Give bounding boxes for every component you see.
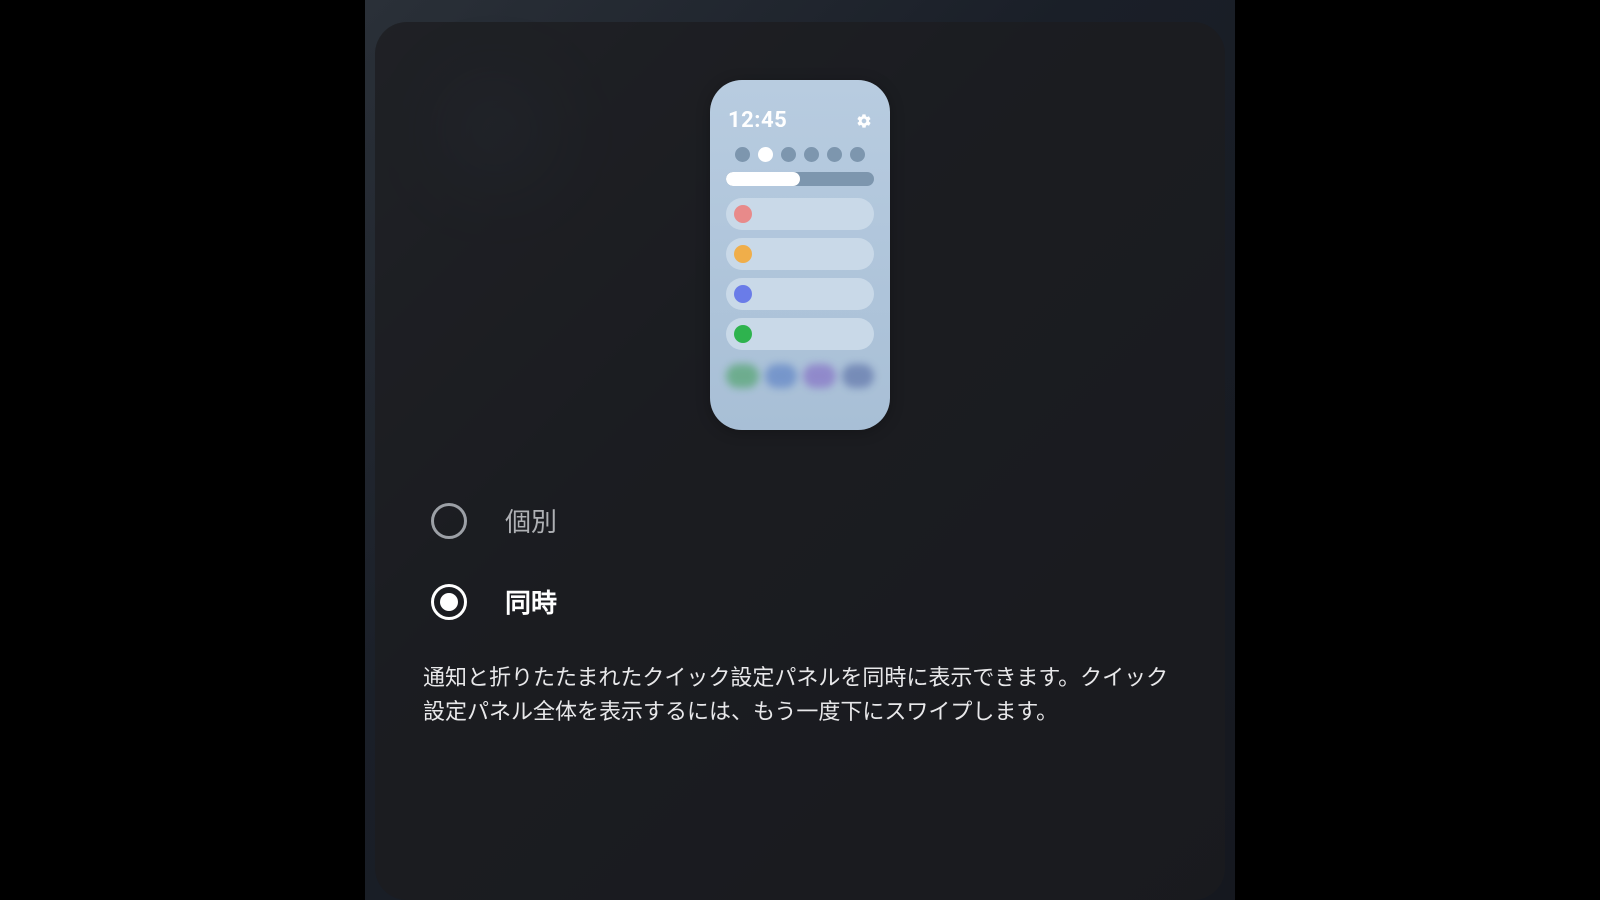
preview-brightness-slider — [726, 172, 874, 186]
preview-notification-4 — [726, 318, 874, 350]
preview-blurred-row — [726, 364, 874, 388]
preview-time: 12:45 — [728, 108, 787, 133]
settings-content: 12:45 個別 — [365, 0, 1235, 900]
preview-notification-2 — [726, 238, 874, 270]
option-together-label: 同時 — [505, 583, 557, 620]
radio-together[interactable] — [431, 584, 467, 620]
radio-separate[interactable] — [431, 503, 467, 539]
pillarbox-right — [1235, 0, 1600, 900]
preview-notification-1 — [726, 198, 874, 230]
options-group: 個別 同時 — [375, 480, 1225, 642]
preview-header: 12:45 — [724, 108, 876, 141]
settings-card: 12:45 個別 — [375, 22, 1225, 900]
preview-notification-3 — [726, 278, 874, 310]
panel-preview: 12:45 — [710, 80, 890, 430]
pillarbox-left — [0, 0, 365, 900]
option-description: 通知と折りたたまれたクイック設定パネルを同時に表示できます。クイック設定パネル全… — [375, 642, 1225, 730]
preview-page-dots — [724, 147, 876, 162]
option-separate[interactable]: 個別 — [431, 480, 1169, 561]
gear-icon — [856, 113, 872, 129]
option-together[interactable]: 同時 — [431, 561, 1169, 642]
option-separate-label: 個別 — [505, 502, 557, 539]
